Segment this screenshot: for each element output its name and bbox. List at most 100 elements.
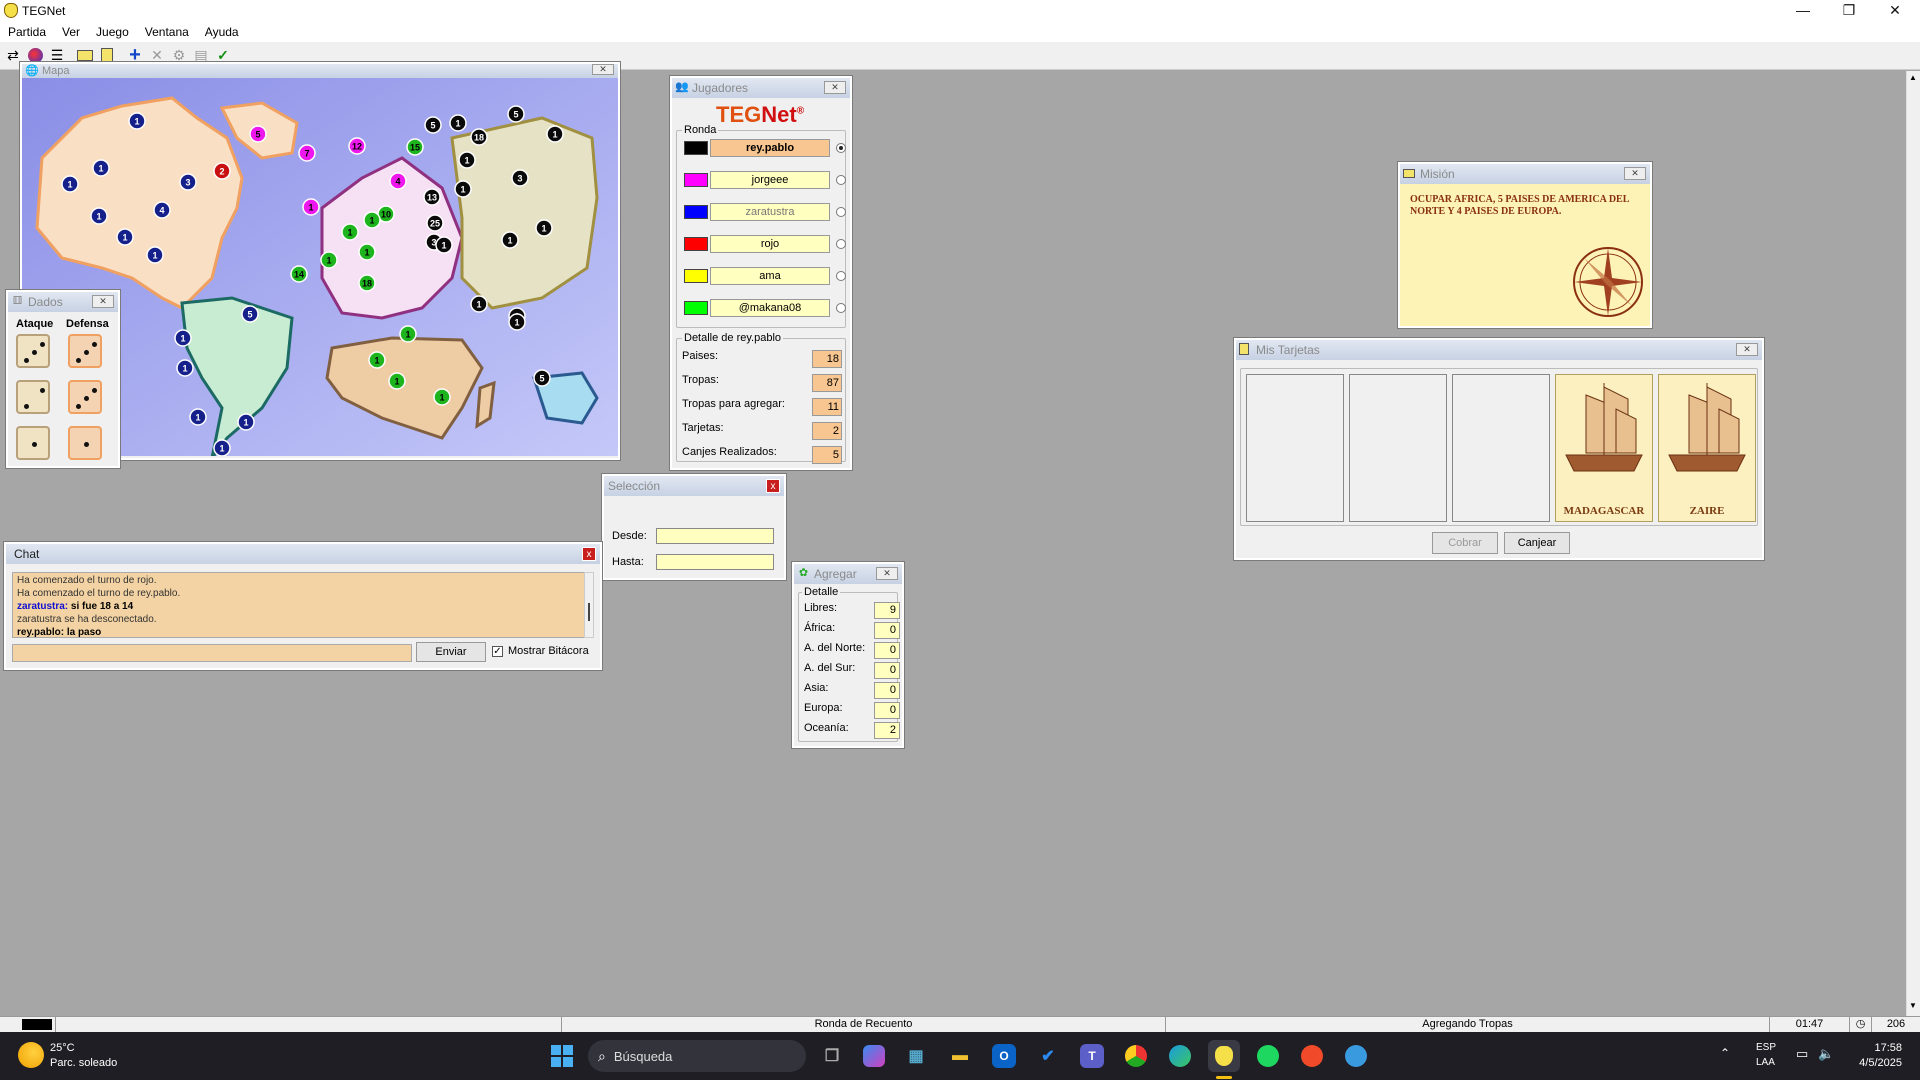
tray-chevron-icon[interactable]: ⌃	[1720, 1046, 1730, 1060]
task-view-icon[interactable]: ❐	[816, 1040, 848, 1072]
outlook-icon[interactable]: O	[992, 1044, 1016, 1068]
country-army-marker[interactable]: 2	[213, 162, 231, 180]
country-army-marker[interactable]: 1	[92, 159, 110, 177]
country-army-marker[interactable]: 1	[399, 325, 417, 343]
menu-partida[interactable]: Partida	[0, 25, 54, 39]
player-turn-radio[interactable]	[836, 239, 846, 249]
dice-close-button[interactable]: ✕	[92, 295, 114, 308]
store-icon[interactable]: ▦	[900, 1040, 932, 1072]
country-army-marker[interactable]: 1	[213, 439, 231, 456]
country-army-marker[interactable]: 4	[153, 201, 171, 219]
players-close-button[interactable]: ✕	[824, 81, 846, 94]
add-troops-close-button[interactable]: ✕	[876, 567, 898, 580]
send-button[interactable]: Enviar	[416, 642, 486, 662]
country-army-marker[interactable]: 1	[174, 329, 192, 347]
clock-date[interactable]: 4/5/2025	[1846, 1057, 1902, 1069]
player-row[interactable]: rojo	[684, 234, 846, 254]
country-army-marker[interactable]: 3	[179, 173, 197, 191]
country-army-marker[interactable]: 1	[388, 372, 406, 390]
desde-field[interactable]	[656, 528, 774, 544]
country-army-marker[interactable]: 5	[249, 125, 267, 143]
country-army-marker[interactable]: 7	[298, 144, 316, 162]
country-army-marker[interactable]: 1	[458, 151, 476, 169]
mission-close-button[interactable]: ✕	[1624, 167, 1646, 180]
tegnet-taskbar-icon[interactable]	[1208, 1040, 1240, 1072]
volume-icon[interactable]: 🔈	[1818, 1046, 1834, 1062]
country-army-marker[interactable]: 1	[546, 125, 564, 143]
player-turn-radio[interactable]	[836, 207, 846, 217]
network-app-icon[interactable]	[1340, 1040, 1372, 1072]
player-turn-radio[interactable]	[836, 271, 846, 281]
selection-close-button[interactable]: x	[766, 479, 780, 493]
todo-icon[interactable]: ✔	[1032, 1040, 1064, 1072]
country-army-marker[interactable]: 25	[426, 214, 444, 232]
lang-layout[interactable]: LAA	[1756, 1057, 1775, 1068]
canjear-button[interactable]: Canjear	[1504, 532, 1570, 554]
country-army-marker[interactable]: 1	[189, 408, 207, 426]
country-army-marker[interactable]: 1	[146, 246, 164, 264]
country-army-marker[interactable]: 1	[128, 112, 146, 130]
country-army-marker[interactable]: 12	[348, 137, 366, 155]
country-army-marker[interactable]: 1	[449, 114, 467, 132]
country-army-marker[interactable]: 18	[470, 128, 488, 146]
country-army-marker[interactable]: 1	[320, 251, 338, 269]
country-army-marker[interactable]: 14	[290, 265, 308, 283]
menu-ver[interactable]: Ver	[54, 25, 88, 39]
player-row[interactable]: jorgeee	[684, 170, 846, 190]
country-army-marker[interactable]: 1	[470, 295, 488, 313]
chat-close-button[interactable]: x	[582, 547, 596, 561]
country-army-marker[interactable]: 1	[116, 228, 134, 246]
lang-code[interactable]: ESP	[1756, 1042, 1776, 1053]
country-army-marker[interactable]: 1	[433, 388, 451, 406]
country-army-marker[interactable]: 4	[389, 172, 407, 190]
country-army-marker[interactable]: 1	[368, 351, 386, 369]
country-army-marker[interactable]: 1	[501, 231, 519, 249]
country-army-marker[interactable]: 15	[406, 138, 424, 156]
menu-juego[interactable]: Juego	[88, 25, 137, 39]
player-row[interactable]: @makana08	[684, 298, 846, 318]
country-army-marker[interactable]: 18	[358, 274, 376, 292]
country-army-marker[interactable]: 5	[241, 305, 259, 323]
country-army-marker[interactable]: 1	[176, 359, 194, 377]
hasta-field[interactable]	[656, 554, 774, 570]
scroll-down-icon[interactable]: ▼	[1909, 1001, 1917, 1010]
spotify-icon[interactable]	[1252, 1040, 1284, 1072]
teams-icon[interactable]: T	[1080, 1044, 1104, 1068]
country-army-marker[interactable]: 1	[237, 413, 255, 431]
country-army-marker[interactable]: 3	[511, 169, 529, 187]
country-army-marker[interactable]: 1	[508, 313, 526, 331]
player-row[interactable]: ama	[684, 266, 846, 286]
country-army-marker[interactable]: 1	[90, 207, 108, 225]
vertical-scrollbar[interactable]: ▲ ▼	[1906, 71, 1920, 1016]
player-row[interactable]: rey.pablo	[684, 138, 846, 158]
country-army-marker[interactable]: 5	[533, 369, 551, 387]
network-icon[interactable]: ▭	[1796, 1046, 1808, 1062]
player-turn-radio[interactable]	[836, 303, 846, 313]
edge-icon[interactable]	[1164, 1040, 1196, 1072]
windows-start-icon[interactable]	[546, 1040, 578, 1072]
country-army-marker[interactable]: 5	[507, 105, 525, 123]
country-army-marker[interactable]: 1	[454, 180, 472, 198]
country-card[interactable]: MADAGASCAR	[1555, 374, 1653, 522]
country-army-marker[interactable]: 1	[358, 243, 376, 261]
country-army-marker[interactable]: 1	[435, 236, 453, 254]
player-turn-radio[interactable]	[836, 175, 846, 185]
close-icon[interactable]: ✕	[1872, 0, 1918, 22]
player-row[interactable]: zaratustra	[684, 202, 846, 222]
country-army-marker[interactable]: 1	[302, 198, 320, 216]
restore-icon[interactable]: ❐	[1826, 0, 1872, 22]
clock-time[interactable]: 17:58	[1856, 1042, 1902, 1054]
country-army-marker[interactable]: 1	[61, 175, 79, 193]
country-card[interactable]: ZAIRE	[1658, 374, 1756, 522]
taskbar-search-box[interactable]: ⌕ Búsqueda	[588, 1040, 806, 1072]
map-close-button[interactable]: ✕	[592, 64, 614, 75]
ea-icon[interactable]	[1296, 1040, 1328, 1072]
chat-input[interactable]	[12, 644, 412, 662]
chrome-icon[interactable]	[1120, 1040, 1152, 1072]
country-army-marker[interactable]: 1	[535, 219, 553, 237]
player-turn-radio[interactable]	[836, 143, 846, 153]
cards-close-button[interactable]: ✕	[1736, 343, 1758, 356]
minimize-icon[interactable]: —	[1780, 0, 1826, 22]
chat-scrollbar[interactable]	[584, 572, 594, 638]
scroll-up-icon[interactable]: ▲	[1909, 73, 1917, 82]
